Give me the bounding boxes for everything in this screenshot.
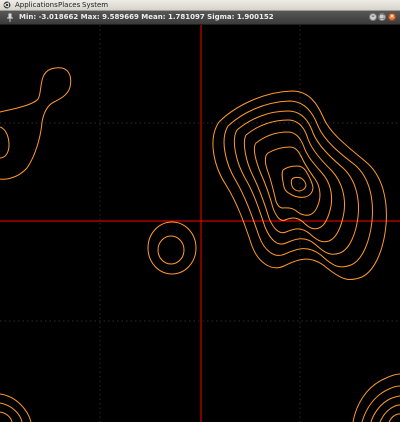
ubuntu-logo-icon[interactable] xyxy=(3,1,11,9)
maximize-icon[interactable]: □ xyxy=(378,13,386,21)
window-pin-icon[interactable] xyxy=(6,13,14,22)
window-titlebar[interactable]: Min: -3.018662 Max: 9.589669 Mean: 1.781… xyxy=(0,11,400,25)
close-icon[interactable]: × xyxy=(388,13,396,21)
menu-system[interactable]: System xyxy=(82,0,108,10)
top-panel: Applications Places System xyxy=(0,0,400,11)
plot-background xyxy=(0,25,400,422)
contour-plot[interactable] xyxy=(0,25,400,422)
menu-applications[interactable]: Applications xyxy=(15,0,58,10)
minimize-icon[interactable]: – xyxy=(369,13,377,21)
window-title: Min: -3.018662 Max: 9.589669 Mean: 1.781… xyxy=(19,13,274,21)
menu-places[interactable]: Places xyxy=(58,0,80,10)
